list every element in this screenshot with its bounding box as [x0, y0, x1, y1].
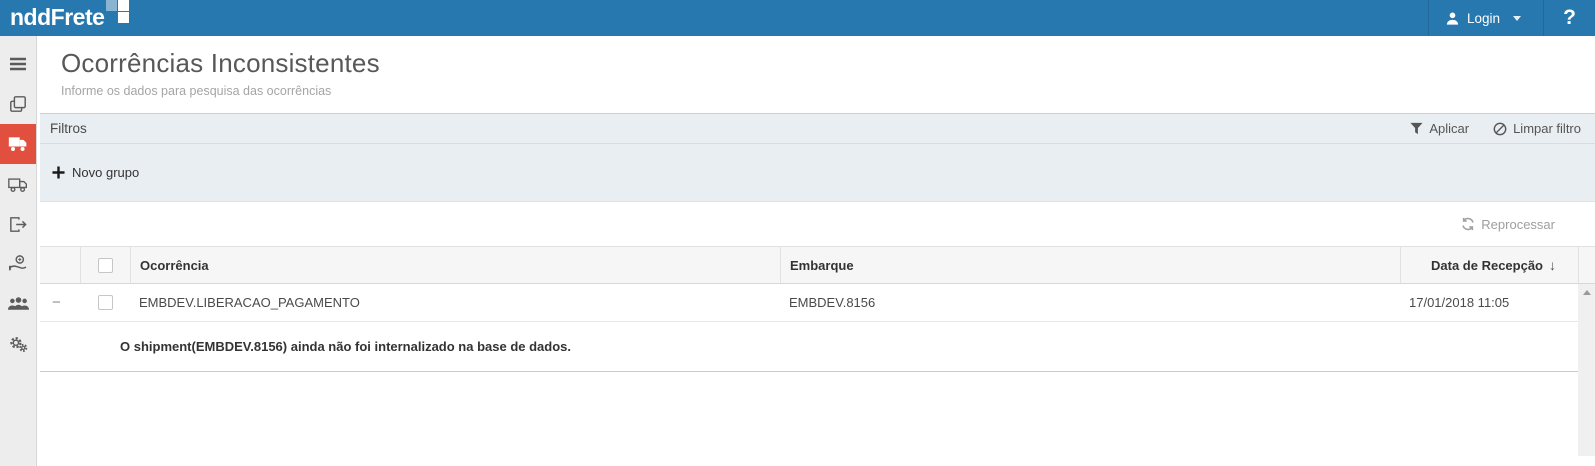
sidebar-item-shipments[interactable]: [0, 124, 36, 164]
table-header-row: Ocorrência Embarque Data de Recepção ↓: [40, 246, 1595, 284]
row-checkbox-cell: [80, 295, 130, 310]
sidebar-item-settings[interactable]: [0, 324, 36, 364]
grid-toolbar: Reprocessar: [40, 202, 1595, 246]
sidebar-item-export[interactable]: [0, 204, 36, 244]
truck-icon: [8, 137, 27, 151]
expand-column-header: [40, 247, 80, 283]
sidebar-item-menu[interactable]: [0, 44, 36, 84]
cell-ocorrencia: EMBDEV.LIBERACAO_PAGAMENTO: [139, 295, 360, 310]
apply-filter-button[interactable]: Aplicar: [1410, 121, 1469, 136]
sidebar-item-users[interactable]: [0, 284, 36, 324]
header-filler-cell: [1578, 247, 1595, 283]
sidebar-item-delivery[interactable]: [0, 164, 36, 204]
column-header-ocorrencia[interactable]: Ocorrência: [130, 247, 780, 283]
row-detail-message: O shipment(EMBDEV.8156) ainda não foi in…: [40, 322, 1578, 372]
filters-bar: Filtros Aplicar Limpar filtro: [40, 113, 1595, 144]
main-content: Ocorrências Inconsistentes Informe os da…: [37, 36, 1595, 466]
sidebar: [0, 36, 37, 466]
login-label: Login: [1466, 10, 1500, 26]
new-group-button[interactable]: Novo grupo: [52, 165, 139, 180]
sign-out-icon: [10, 216, 27, 232]
help-icon: ?: [1563, 6, 1576, 29]
vertical-scrollbar[interactable]: [1578, 284, 1595, 456]
payment-hand-icon: [9, 255, 27, 271]
sort-desc-icon: ↓: [1549, 257, 1556, 273]
filter-icon: [1410, 122, 1423, 135]
cell-data-recepcao: 17/01/2018 11:05: [1409, 295, 1510, 310]
reprocess-label: Reprocessar: [1481, 216, 1555, 232]
collapse-row-button[interactable]: −: [40, 294, 80, 311]
app-logo-text: nddFrete: [10, 4, 105, 30]
menu-icon: [10, 57, 26, 71]
topbar: nddFrete Login ?: [0, 0, 1595, 36]
help-button[interactable]: ?: [1543, 0, 1595, 36]
new-group-label: Novo grupo: [72, 165, 140, 180]
select-all-cell: [80, 247, 130, 283]
select-all-checkbox[interactable]: [98, 257, 113, 273]
sidebar-item-payments[interactable]: [0, 244, 36, 284]
cancel-circle-icon: [1493, 122, 1507, 135]
refresh-icon: [1462, 217, 1475, 231]
scroll-up-button[interactable]: [1578, 284, 1595, 301]
login-menu[interactable]: Login: [1427, 0, 1543, 36]
filters-title: Filtros: [50, 121, 87, 136]
chevron-down-icon: [1513, 15, 1521, 21]
row-checkbox[interactable]: [97, 295, 113, 310]
plus-icon: [52, 166, 65, 179]
users-icon: [7, 297, 29, 310]
column-header-embarque[interactable]: Embarque: [780, 247, 1400, 283]
page-title: Ocorrências Inconsistentes: [61, 48, 380, 78]
clear-filter-button[interactable]: Limpar filtro: [1493, 121, 1581, 136]
sidebar-item-documents[interactable]: [0, 84, 36, 124]
column-header-label: Ocorrência: [140, 257, 209, 273]
scroll-up-icon: [1582, 290, 1591, 295]
apply-filter-label: Aplicar: [1429, 121, 1470, 136]
clear-filter-label: Limpar filtro: [1513, 121, 1581, 136]
delivery-truck-icon: [8, 177, 27, 192]
table-body: − EMBDEV.LIBERACAO_PAGAMENTO EMBDEV.8156…: [40, 284, 1595, 456]
column-header-label: Embarque: [790, 257, 854, 273]
filter-group-band: Novo grupo: [40, 144, 1595, 202]
logo-grid-icon: [106, 0, 130, 24]
app-logo[interactable]: nddFrete: [0, 0, 130, 36]
user-icon: [1446, 12, 1459, 25]
table-row: − EMBDEV.LIBERACAO_PAGAMENTO EMBDEV.8156…: [40, 284, 1578, 322]
documents-icon: [10, 96, 26, 112]
page-subtitle: Informe os dados para pesquisa das ocorr…: [61, 84, 332, 98]
column-header-data-recepcao[interactable]: Data de Recepção ↓: [1400, 247, 1578, 283]
settings-gears-icon: [9, 337, 27, 352]
reprocess-button[interactable]: Reprocessar: [1461, 217, 1555, 232]
column-header-label: Data de Recepção: [1431, 257, 1543, 273]
cell-embarque: EMBDEV.8156: [789, 295, 876, 310]
page-header: Ocorrências Inconsistentes Informe os da…: [40, 36, 1595, 98]
occurrences-table: Ocorrência Embarque Data de Recepção ↓ −: [40, 246, 1595, 456]
